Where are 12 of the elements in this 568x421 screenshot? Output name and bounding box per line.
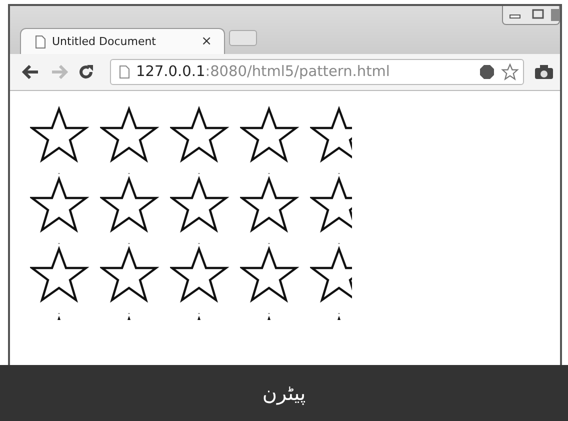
star-icon[interactable] [501,63,519,81]
close-tab-button[interactable]: × [199,34,214,49]
document-icon [35,34,46,48]
page-icon [119,65,130,79]
address-bar[interactable]: 127.0.0.1:8080/html5/pattern.html [110,59,524,85]
tab-title: Untitled Document [52,35,157,48]
url-text: 127.0.0.1:8080/html5/pattern.html [136,64,390,80]
caption: پیٹرن [262,381,306,405]
browser-tab[interactable]: Untitled Document × [20,28,225,54]
back-icon[interactable] [22,65,40,79]
reload-icon[interactable] [78,64,94,80]
camera-icon[interactable] [534,64,554,80]
